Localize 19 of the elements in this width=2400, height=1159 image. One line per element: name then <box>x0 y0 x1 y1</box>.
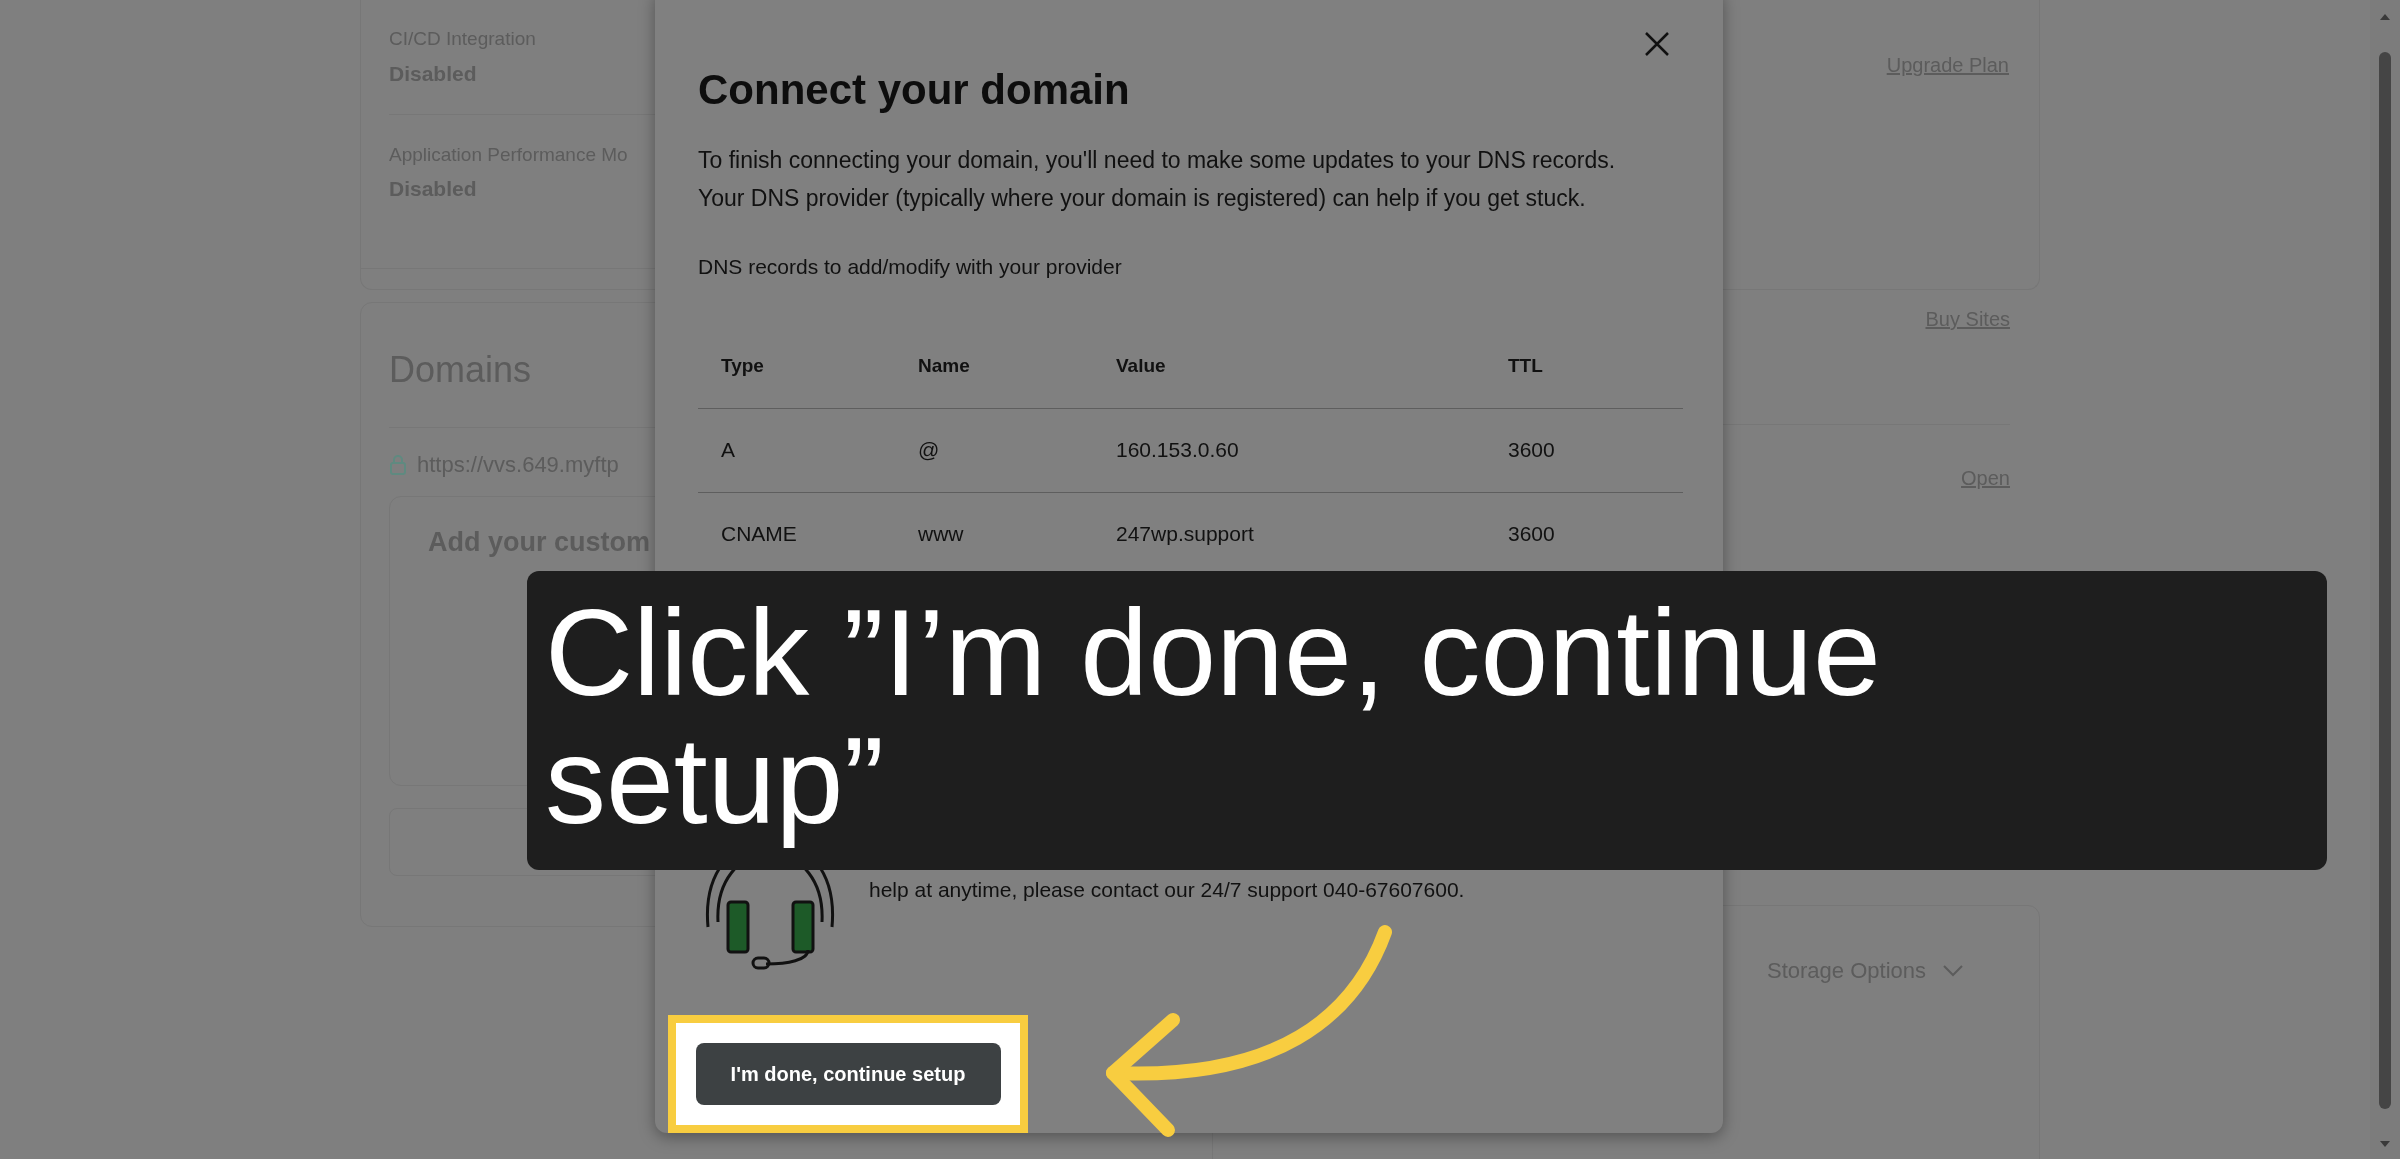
dialog-intro: To finish connecting your domain, you'll need to make some updates to your DNS records. Your DNS provider (typically where your domain is registered) can help if you get stuck. <box>698 146 1617 213</box>
column-header: Value <box>1093 324 1485 409</box>
dialog-title: Connect your domain <box>698 65 1131 115</box>
column-header: Name <box>895 324 1093 409</box>
scroll-down-icon[interactable] <box>2379 1139 2391 1149</box>
table-cell: A <box>698 408 895 493</box>
column-header: Type <box>698 324 895 409</box>
column-header: TTL <box>1485 324 1683 409</box>
chevron-down-icon <box>1942 963 1964 978</box>
help-text: help at anytime, please contact our 24/7 support 040-67607600. <box>869 876 1465 903</box>
lock-icon <box>389 453 407 476</box>
tutorial-caption: Click ”I’m done, continue setup” <box>527 571 2327 870</box>
table-cell: 160.153.0.60 <box>1093 408 1485 493</box>
scrollbar-thumb[interactable] <box>2379 52 2391 1109</box>
scroll-up-icon[interactable] <box>2379 12 2391 22</box>
records-label: DNS records to add/modify with your provider <box>698 254 1123 280</box>
continue-setup-button[interactable]: I'm done, continue setup <box>695 1043 1001 1105</box>
table-cell: @ <box>895 408 1093 493</box>
table-cell: 3600 <box>1485 408 1683 493</box>
